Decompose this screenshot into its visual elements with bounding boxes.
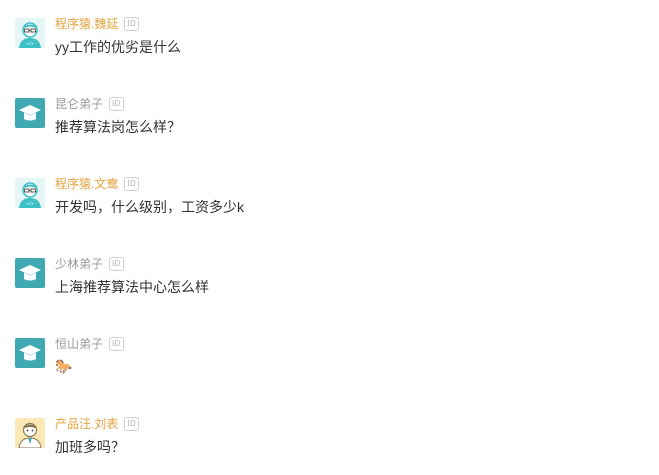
id-badge: ID [109, 257, 124, 271]
comment-header: 少林弟子 ID [55, 255, 124, 273]
comment-item: 恒山弟子 ID 🐎 [0, 335, 659, 395]
programmer-avatar-icon[interactable]: </> [15, 18, 45, 48]
svg-text:</>: </> [26, 41, 34, 46]
id-badge: ID [124, 177, 139, 191]
id-badge: ID [124, 417, 139, 431]
comment-header: 产品汪.刘表 ID [55, 415, 139, 433]
id-badge: ID [124, 17, 139, 31]
comment-text: 上海推荐算法中心怎么样 [55, 279, 209, 295]
username-link[interactable]: 昆仑弟子 [55, 95, 103, 113]
id-badge: ID [109, 337, 124, 351]
product-manager-avatar-icon[interactable] [15, 418, 45, 448]
comment-text: yy工作的优劣是什么 [55, 39, 181, 55]
comment-header: 程序猿.文鸯 ID [55, 175, 139, 193]
id-badge: ID [109, 97, 124, 111]
username-link[interactable]: 程序猿.文鸯 [55, 175, 118, 193]
comment-item: 产品汪.刘表 ID 加班多吗？ [0, 415, 659, 475]
graduation-cap-avatar-icon[interactable] [15, 258, 45, 288]
comment-header: 程序猿.魏延 ID [55, 15, 139, 33]
comment-text: 加班多吗？ [55, 439, 125, 455]
comment-header: 昆仑弟子 ID [55, 95, 124, 113]
comment-item: </> 程序猿.魏延 ID yy工作的优劣是什么 [0, 15, 659, 75]
comment-header: 恒山弟子 ID [55, 335, 124, 353]
username-link[interactable]: 恒山弟子 [55, 335, 103, 353]
username-link[interactable]: 产品汪.刘表 [55, 415, 118, 433]
programmer-avatar-icon[interactable]: </> [15, 178, 45, 208]
graduation-cap-avatar-icon[interactable] [15, 98, 45, 128]
svg-text:</>: </> [26, 201, 34, 206]
username-link[interactable]: 程序猿.魏延 [55, 15, 118, 33]
comment-text: 开发吗，什么级别，工资多少k [55, 199, 244, 215]
comment-text: 推荐算法岗怎么样？ [55, 119, 181, 135]
horse-emoji-message: 🐎 [55, 359, 73, 375]
comment-item: 昆仑弟子 ID 推荐算法岗怎么样？ [0, 95, 659, 155]
graduation-cap-avatar-icon[interactable] [15, 338, 45, 368]
comment-item: </> 程序猿.文鸯 ID 开发吗，什么级别，工资多少k [0, 175, 659, 235]
comment-feed: </> 程序猿.魏延 ID yy工作的优劣是什么 昆仑弟子 ID 推荐算法岗怎么… [0, 0, 659, 467]
comment-item: 少林弟子 ID 上海推荐算法中心怎么样 [0, 255, 659, 315]
username-link[interactable]: 少林弟子 [55, 255, 103, 273]
